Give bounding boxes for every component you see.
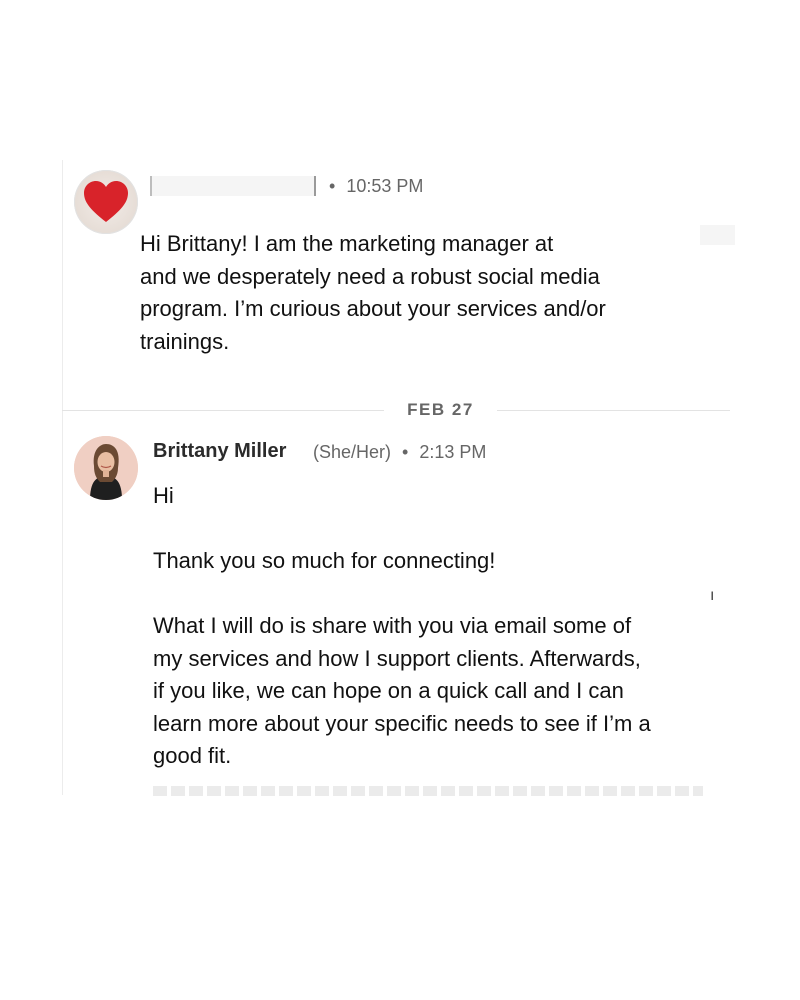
message-timestamp: 2:13 PM bbox=[419, 442, 487, 462]
sender-name[interactable]: Brittany Miller bbox=[153, 440, 286, 463]
message-meta: • 10:53 PM bbox=[150, 176, 423, 197]
message-body: Hi Brittany! I am the marketing manager … bbox=[140, 231, 606, 354]
message-timestamp: 10:53 PM bbox=[346, 176, 424, 196]
thread-left-border bbox=[62, 160, 63, 795]
divider-line bbox=[62, 410, 384, 411]
faded-element bbox=[700, 225, 735, 245]
profile-photo bbox=[74, 436, 138, 500]
heart-icon bbox=[84, 181, 128, 222]
date-divider: FEB 27 bbox=[407, 400, 474, 419]
blurred-text-tail bbox=[153, 786, 703, 796]
message-thread: • 10:53 PM Hi Brittany! I am the marketi… bbox=[0, 0, 800, 1000]
separator-dot: • bbox=[402, 442, 409, 462]
sender-pronouns: (She/Her) bbox=[313, 442, 392, 462]
message-body: Hi ! Thank you so much for connecting! W… bbox=[153, 483, 651, 768]
message-meta: (She/Her) • 2:13 PM bbox=[313, 442, 486, 463]
redacted-recipient-name bbox=[176, 486, 316, 508]
redacted-sender-name bbox=[150, 176, 318, 196]
sender-avatar[interactable] bbox=[74, 436, 138, 500]
separator-dot: • bbox=[329, 176, 336, 196]
divider-line bbox=[497, 410, 730, 411]
sender-avatar[interactable] bbox=[74, 170, 138, 234]
partial-glyph: ı bbox=[710, 587, 715, 604]
